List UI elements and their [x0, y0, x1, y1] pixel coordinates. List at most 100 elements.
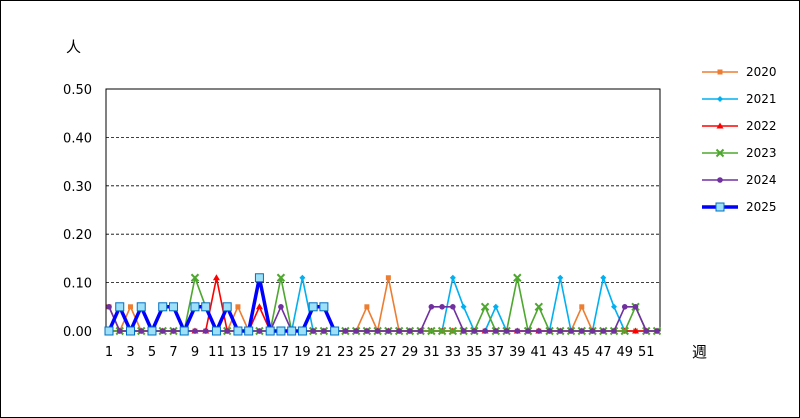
data-point: [557, 328, 564, 334]
data-point: [224, 328, 230, 334]
gridlines: [105, 88, 661, 332]
data-point: [557, 274, 564, 281]
legend-entry: 2020: [702, 65, 777, 79]
y-tick-label: 0.10: [63, 277, 92, 292]
data-point: [460, 328, 467, 334]
data-point: [192, 328, 198, 334]
legend-label: 2024: [746, 173, 777, 187]
data-point: [407, 328, 413, 334]
data-point: [127, 304, 133, 310]
data-point: [364, 304, 370, 310]
x-tick-label: 3: [126, 345, 134, 360]
x-tick-label: 23: [337, 345, 354, 360]
line-chart: 人 週 0.000.100.200.300.400.50 1 3 5 7 9 11 13 15…: [63, 38, 777, 361]
data-point: [493, 328, 499, 334]
legend-entry: 2023: [702, 146, 777, 160]
data-point: [297, 326, 307, 336]
data-point: [525, 328, 531, 334]
data-point: [125, 326, 135, 336]
x-tick-label: 5: [148, 345, 156, 360]
x-tick-label: 11: [208, 345, 225, 360]
legend-entry: 2022: [702, 119, 777, 133]
data-point: [600, 328, 607, 334]
data-point: [159, 328, 166, 334]
data-point: [654, 328, 660, 334]
data-point: [170, 328, 177, 334]
x-tick-label: 7: [169, 345, 177, 360]
data-point: [578, 328, 585, 334]
data-point: [568, 328, 574, 334]
data-point: [233, 326, 243, 336]
x-tick-label: 41: [531, 345, 548, 360]
data-point: [611, 328, 617, 334]
data-point: [319, 302, 329, 312]
data-point: [235, 304, 241, 310]
data-point: [201, 302, 211, 312]
data-point: [211, 326, 221, 336]
data-point: [244, 326, 254, 336]
legend: 2020 2021 2022 2023 2024 2025: [702, 65, 777, 214]
x-tick-label: 9: [191, 345, 199, 360]
data-point: [310, 328, 316, 334]
y-tick-label: 0.00: [63, 325, 92, 340]
data-point: [278, 304, 284, 310]
legend-entry: 2025: [702, 200, 777, 214]
data-point: [471, 328, 478, 334]
x-tick-label: 21: [316, 345, 333, 360]
legend-entry: 2021: [702, 92, 777, 106]
x-tick-label: 45: [574, 345, 591, 360]
data-point: [514, 328, 521, 334]
data-point: [385, 275, 391, 281]
x-tick-label: 51: [638, 345, 655, 360]
legend-label: 2020: [746, 65, 777, 79]
data-point: [579, 304, 585, 310]
legend-entry: 2024: [702, 173, 777, 187]
x-tick-label: 49: [616, 345, 633, 360]
x-tick-label: 35: [466, 345, 483, 360]
x-tick-label: 31: [423, 345, 440, 360]
y-axis-unit-label: 人: [66, 38, 81, 56]
data-point: [212, 274, 220, 281]
data-point: [202, 328, 209, 334]
data-point: [480, 302, 490, 312]
data-point: [255, 303, 263, 310]
data-point: [158, 302, 168, 312]
data-point: [589, 328, 596, 334]
legend-label: 2025: [746, 200, 777, 214]
x-tick-label: 29: [402, 345, 419, 360]
data-point: [168, 302, 178, 312]
data-point: [717, 177, 723, 183]
x-tick-label: 43: [552, 345, 569, 360]
data-point: [353, 328, 359, 334]
x-tick-label: 17: [273, 345, 290, 360]
x-tick-label: 25: [359, 345, 376, 360]
x-tick-label: 33: [445, 345, 462, 360]
data-point: [717, 96, 723, 102]
data-point: [374, 328, 381, 334]
x-tick-label: 27: [380, 345, 397, 360]
x-tick-label: 47: [595, 345, 612, 360]
data-point: [492, 303, 499, 310]
data-point: [536, 328, 542, 334]
data-point: [104, 326, 114, 336]
data-point: [276, 326, 286, 336]
x-tick-label: 37: [488, 345, 505, 360]
data-point: [482, 328, 488, 334]
data-point: [222, 302, 232, 312]
data-point: [600, 274, 607, 281]
data-point: [265, 326, 275, 336]
data-point: [138, 328, 145, 334]
plot-area: [105, 88, 661, 332]
x-tick-label: 15: [251, 345, 268, 360]
x-axis-unit-label: 週: [692, 343, 707, 361]
data-point: [321, 328, 327, 334]
data-point: [632, 304, 639, 310]
data-point: [179, 326, 189, 336]
data-point: [136, 302, 146, 312]
data-point: [116, 328, 123, 334]
data-point: [106, 304, 112, 310]
data-point: [190, 302, 200, 312]
data-point: [330, 326, 340, 336]
data-point: [428, 304, 435, 310]
y-tick-label: 0.20: [63, 228, 92, 243]
